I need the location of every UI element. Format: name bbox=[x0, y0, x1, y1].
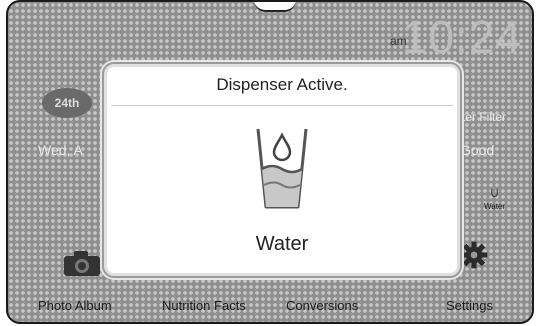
dialog-water-label: Water bbox=[255, 233, 309, 255]
water-glass-icon bbox=[256, 128, 308, 209]
water-filter-status: Good bbox=[460, 142, 495, 158]
home-screen: 10:24 am 24th Wed, A ter Filter Good ∪ W… bbox=[6, 0, 534, 324]
dock-label-conversions[interactable]: Conversions bbox=[286, 298, 358, 313]
mini-water-cup-icon: ∪ bbox=[489, 184, 500, 200]
dock-label-nutrition-facts[interactable]: Nutrition Facts bbox=[162, 298, 246, 313]
dialog-divider bbox=[111, 105, 453, 106]
mini-water-label: Water bbox=[484, 202, 506, 211]
dialog-title: Dispenser Active. bbox=[216, 75, 348, 94]
date-text: Wed, A bbox=[38, 142, 83, 158]
dock-label-photo-album[interactable]: Photo Album bbox=[38, 298, 112, 313]
water-filter-label[interactable]: ter Filter bbox=[462, 110, 506, 124]
dock-label-settings[interactable]: Settings bbox=[446, 298, 493, 313]
top-notch bbox=[254, 2, 296, 12]
clock-ampm: am bbox=[390, 34, 407, 48]
gear-icon[interactable] bbox=[456, 240, 492, 270]
clock-time: 10:24 bbox=[401, 11, 522, 63]
dispenser-active-dialog[interactable]: Dispenser Active. Water bbox=[104, 64, 460, 276]
date-badge[interactable]: 24th bbox=[42, 88, 92, 118]
camera-icon[interactable] bbox=[60, 248, 104, 278]
mini-water-indicator[interactable]: ∪ Water bbox=[484, 184, 505, 211]
device-frame: 10:24 am 24th Wed, A ter Filter Good ∪ W… bbox=[0, 0, 536, 326]
